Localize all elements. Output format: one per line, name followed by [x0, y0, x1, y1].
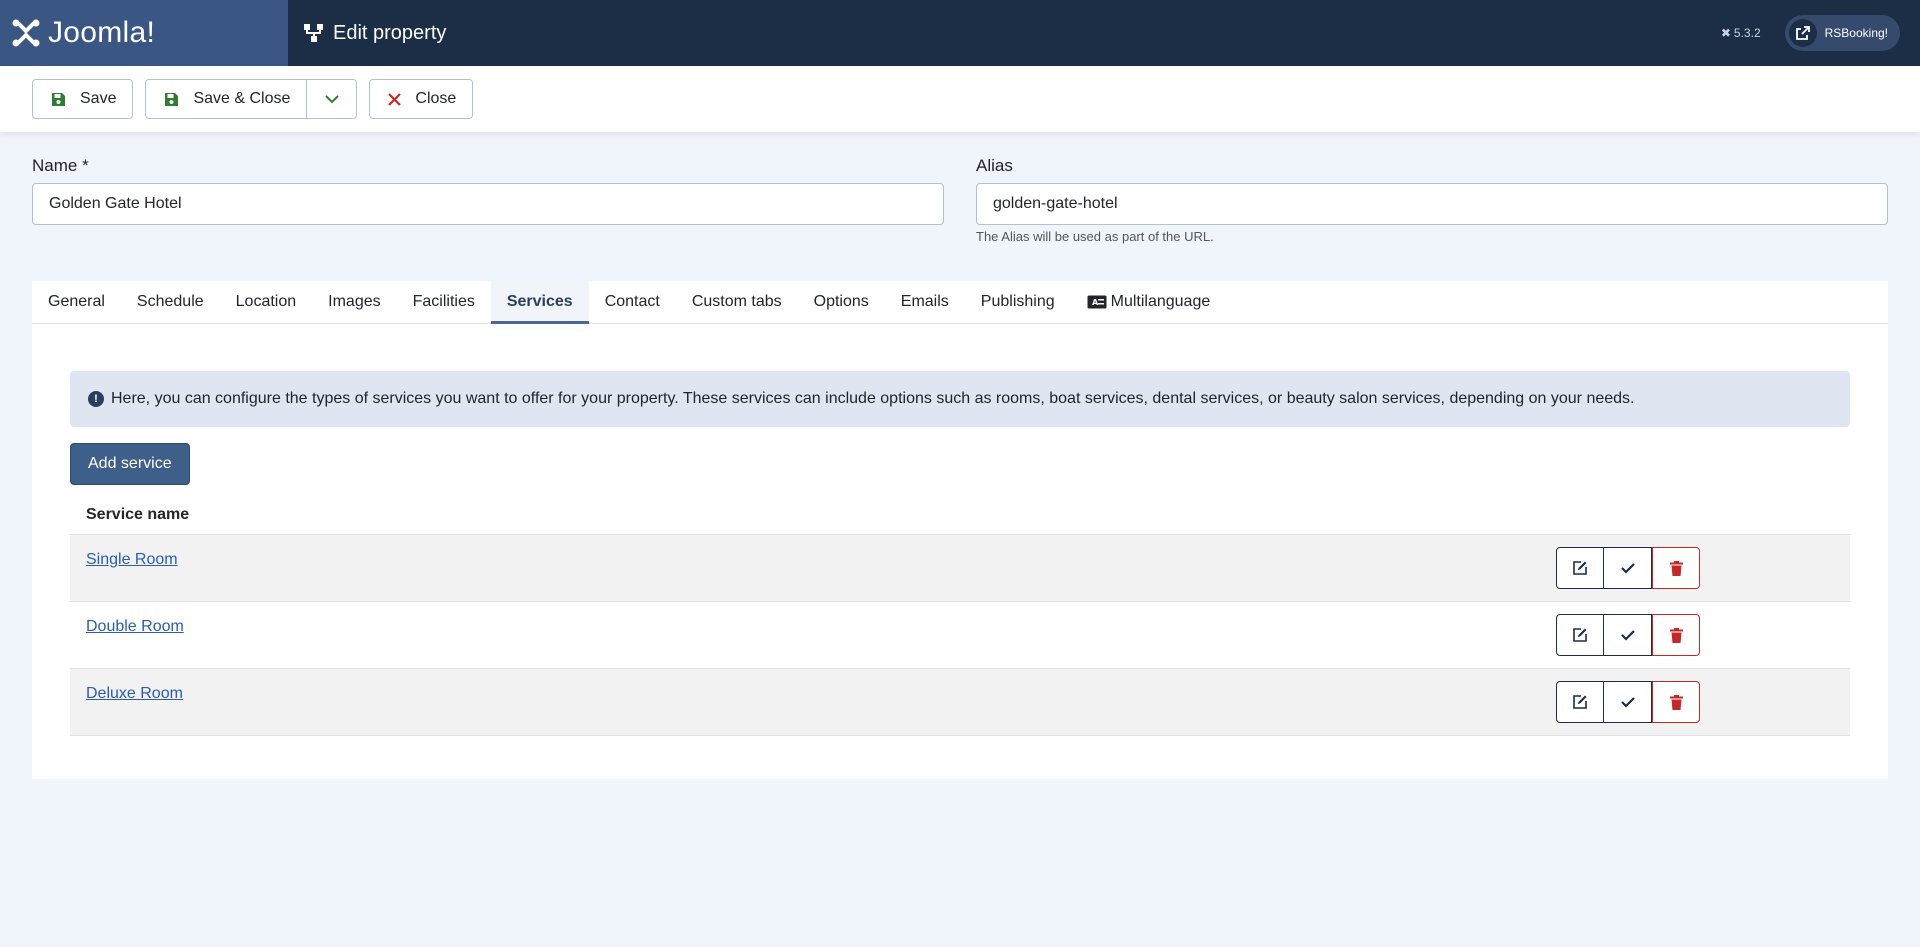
save-button[interactable]: Save	[32, 79, 134, 119]
tabs-card: General Schedule Location Images Facilit…	[32, 281, 1888, 779]
table-row: Deluxe Room	[70, 669, 1850, 736]
edit-icon	[1573, 628, 1587, 642]
save-options-dropdown[interactable]	[306, 80, 356, 118]
joomla-logo-icon	[12, 19, 40, 47]
tab-bar: General Schedule Location Images Facilit…	[32, 281, 1888, 324]
save-close-button-group: Save & Close	[145, 79, 358, 119]
top-header: Joomla! Edit property ✖ 5.3.2 RSBooking!	[0, 0, 1920, 66]
tab-schedule[interactable]: Schedule	[121, 281, 220, 323]
check-icon	[1620, 563, 1635, 574]
toolbar: Save Save & Close Close	[0, 66, 1920, 132]
publish-button[interactable]	[1604, 547, 1652, 589]
save-icon	[51, 92, 66, 107]
site-link-label: RSBooking!	[1824, 26, 1888, 40]
save-close-button[interactable]: Save & Close	[146, 80, 306, 118]
trash-icon	[1669, 694, 1683, 710]
alias-input[interactable]: golden-gate-hotel	[976, 183, 1888, 225]
column-header-service-name: Service name	[70, 495, 1850, 535]
row-actions	[1556, 681, 1700, 723]
edit-icon	[1573, 561, 1587, 575]
svg-text:A: A	[1092, 298, 1099, 307]
publish-button[interactable]	[1604, 681, 1652, 723]
info-text: Here, you can configure the types of ser…	[111, 390, 1635, 407]
chevron-down-icon	[325, 95, 339, 104]
tab-images[interactable]: Images	[312, 281, 396, 323]
tab-emails[interactable]: Emails	[885, 281, 965, 323]
tab-publishing[interactable]: Publishing	[965, 281, 1071, 323]
service-link[interactable]: Double Room	[86, 618, 184, 636]
service-link[interactable]: Single Room	[86, 551, 178, 569]
table-row: Double Room	[70, 602, 1850, 669]
tab-options[interactable]: Options	[798, 281, 885, 323]
close-button[interactable]: Close	[369, 79, 474, 119]
page-title: Edit property	[303, 22, 446, 45]
tab-multilanguage[interactable]: A Multilanguage	[1071, 281, 1227, 323]
info-icon: !	[88, 391, 104, 407]
tab-services[interactable]: Services	[490, 281, 589, 324]
delete-button[interactable]	[1652, 547, 1700, 589]
edit-button[interactable]	[1556, 681, 1604, 723]
name-input[interactable]: Golden Gate Hotel	[32, 183, 944, 225]
tab-custom-tabs[interactable]: Custom tabs	[676, 281, 798, 323]
delete-button[interactable]	[1652, 614, 1700, 656]
publish-button[interactable]	[1604, 614, 1652, 656]
check-icon	[1620, 630, 1635, 641]
delete-button[interactable]	[1652, 681, 1700, 723]
alias-label: Alias	[976, 156, 1013, 175]
language-card-icon: A	[1087, 295, 1107, 309]
save-icon	[164, 92, 179, 107]
edit-icon	[1573, 695, 1587, 709]
tab-contact[interactable]: Contact	[589, 281, 676, 323]
table-row: Single Room	[70, 535, 1850, 602]
info-alert: ! Here, you can configure the types of s…	[70, 371, 1850, 427]
tab-general[interactable]: General	[32, 281, 121, 323]
page-title-text: Edit property	[333, 21, 447, 44]
name-label: Name *	[32, 156, 89, 175]
row-actions	[1556, 614, 1700, 656]
trash-icon	[1669, 627, 1683, 643]
version-text: 5.3.2	[1733, 26, 1761, 40]
version-info: ✖ 5.3.2	[1721, 26, 1761, 40]
external-link-icon	[1788, 19, 1817, 47]
tab-facilities[interactable]: Facilities	[397, 281, 491, 323]
tab-location[interactable]: Location	[220, 281, 313, 323]
joomla-small-icon: ✖	[1720, 26, 1731, 40]
edit-button[interactable]	[1556, 547, 1604, 589]
check-icon	[1620, 697, 1635, 708]
trash-icon	[1669, 560, 1683, 576]
alias-hint: The Alias will be used as part of the UR…	[976, 229, 1214, 244]
site-link-button[interactable]: RSBooking!	[1784, 15, 1900, 51]
row-actions	[1556, 547, 1700, 589]
add-service-button[interactable]: Add service	[70, 443, 190, 485]
joomla-logo[interactable]: Joomla!	[0, 0, 288, 66]
close-icon	[388, 92, 402, 106]
logo-text: Joomla!	[48, 16, 156, 49]
sitemap-icon	[304, 24, 323, 42]
services-table: Service name Single Room Double Room Del…	[70, 495, 1850, 736]
service-link[interactable]: Deluxe Room	[86, 685, 183, 703]
edit-button[interactable]	[1556, 614, 1604, 656]
